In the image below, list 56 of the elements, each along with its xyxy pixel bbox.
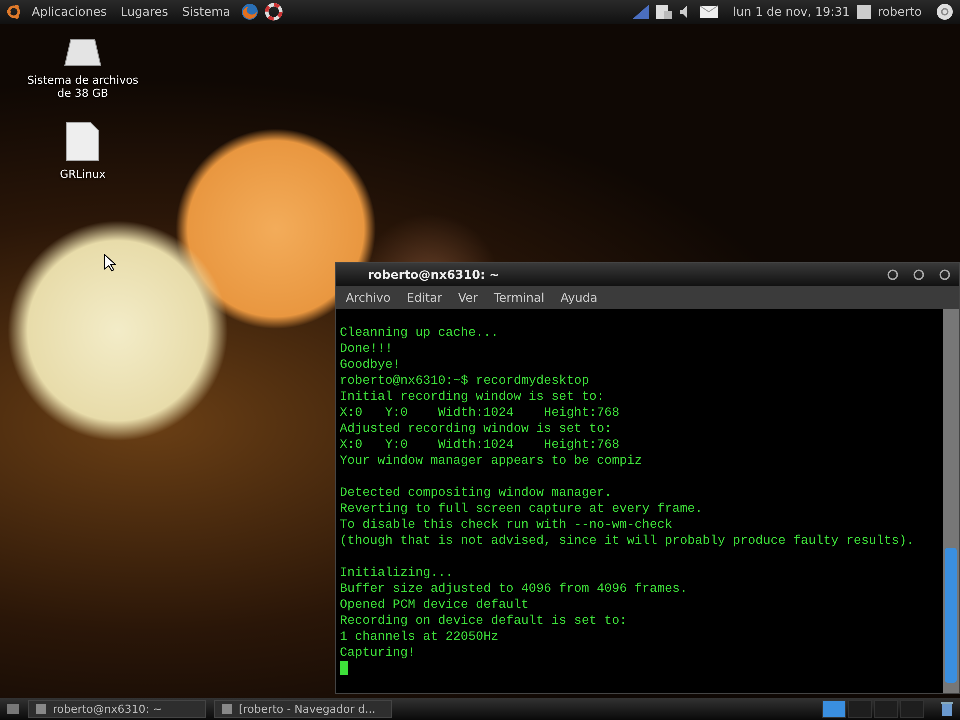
signal-icon[interactable] [633,5,650,19]
terminal-line: Initial recording window is set to: [340,389,606,405]
window-icon [221,703,233,715]
window-control-icon[interactable] [913,268,925,280]
workspace[interactable] [822,700,846,718]
menu-item[interactable]: Editar [406,290,442,304]
terminal-line: Capturing! [340,645,417,661]
terminal-line: X:0 Y:0 Width:1024 Height:768 [340,405,621,421]
menu-item[interactable]: Archivo [346,290,391,304]
terminal-line: Done!!! [340,341,394,357]
panel-menu[interactable]: Lugares [116,5,172,19]
show-desktop-icon[interactable] [6,703,20,715]
logo-icon[interactable] [6,4,22,20]
user-icon[interactable] [856,4,872,20]
panel-menu[interactable]: Aplicaciones [28,5,111,19]
taskbar-button[interactable]: roberto@nx6310: ~ [28,700,206,718]
menu-item[interactable]: Terminal [494,290,545,304]
terminal-line: Detected compositing window manager. [340,485,614,501]
window-title: roberto@nx6310: ~ [368,268,500,282]
window-icon [35,703,47,715]
menu-item[interactable]: Ayuda [560,290,598,304]
terminal-line: roberto@nx6310:~$ recordmydesktop [340,373,590,389]
power-icon[interactable] [936,3,954,21]
terminal-line: Recording on device default is set to: [340,613,628,629]
terminal-line: Your window manager appears to be compiz [340,453,644,469]
scrollbar[interactable] [943,309,959,693]
terminal-line: Opened PCM device default [340,597,530,613]
desktop-icon-label[interactable]: Sistema de archivos de 38 GB [24,74,142,100]
terminal-line: Goodbye! [340,357,402,373]
browser-icon[interactable] [240,3,259,21]
user-name[interactable]: roberto [878,5,922,19]
text-cursor [340,661,348,675]
window-control-icon[interactable] [887,268,899,280]
clock[interactable]: lun 1 de nov, 19:31 [733,5,850,19]
scrollbar-thumb[interactable] [945,548,957,683]
document-icon[interactable] [655,4,674,20]
file-icon[interactable] [66,122,100,162]
terminal-line: To disable this check run with --no-wm-check [340,517,674,533]
window-control-icon[interactable] [939,268,951,280]
desktop-icon-label[interactable]: GRLinux [24,168,142,181]
drive-icon[interactable] [63,38,103,68]
taskbar-button[interactable]: [roberto - Navegador d... [214,700,392,718]
terminal-line: Buffer size adjusted to 4096 from 4096 frames. [340,581,689,597]
terminal-line: X:0 Y:0 Width:1024 Height:768 [340,437,621,453]
terminal-line: (though that is not advised, since it will probably produce faulty results). [340,533,916,549]
trash-icon[interactable] [940,701,954,717]
panel-menu[interactable]: Sistema [178,5,235,19]
envelope-icon[interactable] [699,5,720,19]
terminal-line: Cleanning up cache... [340,325,500,341]
terminal-line: 1 channels at 22050Hz [340,629,500,645]
mouse-pointer-icon [104,254,116,272]
terminal-line: Reverting to full screen capture at every frame. [340,501,704,517]
terminal-line: Initializing... [340,565,454,581]
terminal-line: Adjusted recording window is set to: [340,421,614,437]
menu-item[interactable]: Ver [458,290,478,304]
lifebuoy-icon[interactable] [264,3,283,21]
